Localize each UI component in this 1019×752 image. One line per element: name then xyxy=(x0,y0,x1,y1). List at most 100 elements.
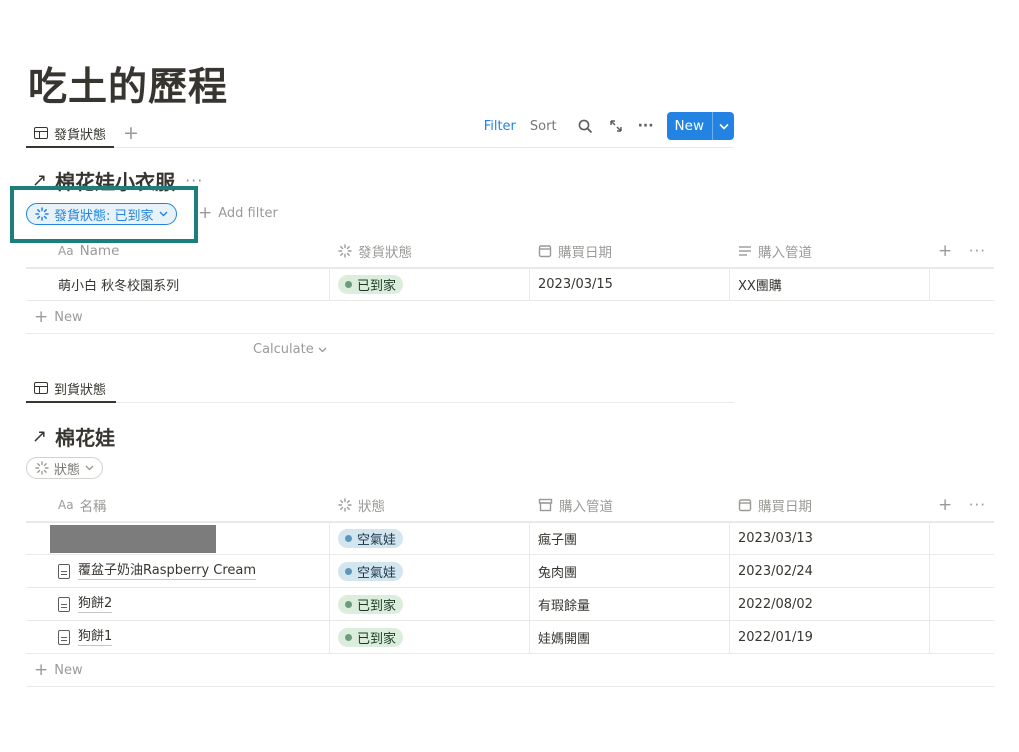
new-row-button[interactable]: + New xyxy=(26,301,994,334)
search-icon[interactable] xyxy=(571,112,601,140)
new-button-group: New xyxy=(666,112,734,140)
column-header-channel[interactable]: 購入管道 xyxy=(730,235,930,267)
tab-shipping-status[interactable]: 發貨狀態 xyxy=(26,120,115,148)
chevron-down-icon xyxy=(318,347,327,353)
chevron-down-icon[interactable] xyxy=(712,112,734,140)
table-row[interactable]: 萌小白 秋冬校園系列 已到家 2023/03/15 XX團購 xyxy=(26,268,994,301)
date-value: 2023/03/13 xyxy=(738,531,813,546)
view-tabbar-1: 發貨狀態 + Filter Sort ··· New xyxy=(26,112,734,148)
channel-value: 有瑕餘量 xyxy=(538,598,591,614)
new-button[interactable]: New xyxy=(667,112,712,140)
sort-button[interactable]: Sort xyxy=(530,119,557,134)
status-badge: 已到家 xyxy=(338,627,404,647)
cell-status[interactable]: 已到家 xyxy=(330,269,530,300)
table-1: Aa Name 發貨狀態 購買日期 購入管道 + ··· 萌小白 秋冬校園系列 已… xyxy=(26,235,994,334)
column-header-name[interactable]: Aa Name xyxy=(26,235,330,267)
status-label: 已到家 xyxy=(357,279,397,294)
column-label: 購入管道 xyxy=(559,499,613,515)
channel-value: 娃媽開團 xyxy=(538,631,591,647)
calculate-label: Calculate xyxy=(253,342,314,357)
table-row[interactable]: 狗餅1 已到家 娃媽開團 2022/01/19 xyxy=(26,621,994,654)
column-label: 購入管道 xyxy=(758,245,812,261)
cell-name[interactable] xyxy=(26,523,330,554)
more-icon[interactable]: ··· xyxy=(631,112,661,140)
filter-button[interactable]: Filter xyxy=(484,119,516,134)
cell-date[interactable]: 2022/01/19 xyxy=(730,621,930,653)
header-actions: + ··· xyxy=(930,235,994,267)
row-title: 萌小白 秋冬校園系列 xyxy=(58,279,180,294)
cell-date[interactable]: 2023/03/15 xyxy=(530,269,730,300)
new-row-label: New xyxy=(54,309,83,325)
table-row[interactable]: 覆盆子奶油Raspberry Cream 空氣娃 兔肉團 2023/02/24 xyxy=(26,555,994,588)
table-row[interactable]: 狗餅2 已到家 有瑕餘量 2022/08/02 xyxy=(26,588,994,621)
document-icon xyxy=(58,596,70,612)
cell-name[interactable]: 狗餅1 xyxy=(26,621,330,653)
cell-channel[interactable]: XX團購 xyxy=(730,269,930,300)
text-type-icon: Aa xyxy=(58,498,74,512)
add-view-icon[interactable]: + xyxy=(123,122,139,144)
document-icon xyxy=(58,563,70,579)
status-label: 空氣娃 xyxy=(357,565,397,581)
add-column-icon[interactable]: + xyxy=(938,241,952,261)
redacted-block xyxy=(50,524,216,553)
new-row-label: New xyxy=(54,662,83,678)
add-column-icon[interactable]: + xyxy=(938,495,952,515)
column-label: 狀態 xyxy=(358,499,385,515)
column-label: Name xyxy=(79,243,120,259)
cell-empty xyxy=(930,621,994,653)
table-row[interactable]: 空氣娃 瘋子團 2023/03/13 xyxy=(26,522,994,555)
expand-icon[interactable] xyxy=(601,112,631,140)
date-value: 2022/08/02 xyxy=(738,596,813,612)
view-toolbar: Filter Sort ··· New xyxy=(484,112,734,140)
tab-label: 發貨狀態 xyxy=(54,127,107,143)
cell-status[interactable]: 已到家 xyxy=(330,621,530,653)
tab-arrival-status[interactable]: 到貨狀態 xyxy=(26,375,117,403)
date-value: 2022/01/19 xyxy=(738,629,813,645)
cell-date[interactable]: 2022/08/02 xyxy=(730,588,930,620)
column-header-status[interactable]: 發貨狀態 xyxy=(330,235,530,267)
text-type-icon: Aa xyxy=(58,244,74,258)
status-badge: 已到家 xyxy=(338,594,404,614)
calculate-button[interactable]: Calculate xyxy=(253,342,327,357)
filter-pill-label: 狀態 xyxy=(54,462,81,478)
document-icon xyxy=(58,629,70,645)
cell-name[interactable]: 覆盆子奶油Raspberry Cream xyxy=(26,555,330,587)
cell-empty xyxy=(930,588,994,620)
header-actions: + ··· xyxy=(930,489,994,521)
arrow-link-icon: ↗ xyxy=(32,426,48,447)
database-title-2[interactable]: ↗ 棉花娃 xyxy=(32,422,115,451)
cell-date[interactable]: 2023/03/13 xyxy=(730,523,930,554)
date-value: 2023/03/15 xyxy=(538,277,613,292)
more-icon[interactable]: ··· xyxy=(969,242,986,260)
text-lines-icon xyxy=(739,246,751,256)
add-filter-label: Add filter xyxy=(218,206,278,221)
cell-channel[interactable]: 兔肉團 xyxy=(530,555,730,587)
cell-date[interactable]: 2023/02/24 xyxy=(730,555,930,587)
add-filter-button[interactable]: + Add filter xyxy=(198,205,278,222)
cell-name[interactable]: 狗餅2 xyxy=(26,588,330,620)
calendar-icon xyxy=(738,499,752,512)
plus-icon: + xyxy=(34,306,49,327)
cell-status[interactable]: 空氣娃 xyxy=(330,523,530,554)
channel-value: XX團購 xyxy=(738,279,782,294)
status-label: 已到家 xyxy=(357,598,397,614)
column-header-status[interactable]: 狀態 xyxy=(330,489,530,521)
cell-status[interactable]: 已到家 xyxy=(330,588,530,620)
cell-name[interactable]: 萌小白 秋冬校園系列 xyxy=(26,269,330,300)
cell-channel[interactable]: 瘋子團 xyxy=(530,523,730,554)
column-header-channel[interactable]: 購入管道 xyxy=(530,489,730,521)
cell-status[interactable]: 空氣娃 xyxy=(330,555,530,587)
filter-pill-status[interactable]: 狀態 xyxy=(26,457,104,479)
channel-value: 兔肉團 xyxy=(538,565,578,581)
row-title: 覆盆子奶油Raspberry Cream xyxy=(78,562,257,580)
new-row-button[interactable]: + New xyxy=(26,654,994,687)
more-icon[interactable]: ··· xyxy=(969,496,986,514)
column-header-name[interactable]: Aa 名稱 xyxy=(26,489,330,521)
column-header-date[interactable]: 購買日期 xyxy=(730,489,930,521)
column-header-date[interactable]: 購買日期 xyxy=(530,235,730,267)
column-label: 購買日期 xyxy=(558,245,612,261)
table-2: Aa 名稱 狀態 購入管道 購買日期 + ··· 空氣娃 瘋子團 2023/03/… xyxy=(26,489,994,687)
cell-channel[interactable]: 有瑕餘量 xyxy=(530,588,730,620)
cell-channel[interactable]: 娃媽開團 xyxy=(530,621,730,653)
status-badge: 已到家 xyxy=(338,275,404,294)
